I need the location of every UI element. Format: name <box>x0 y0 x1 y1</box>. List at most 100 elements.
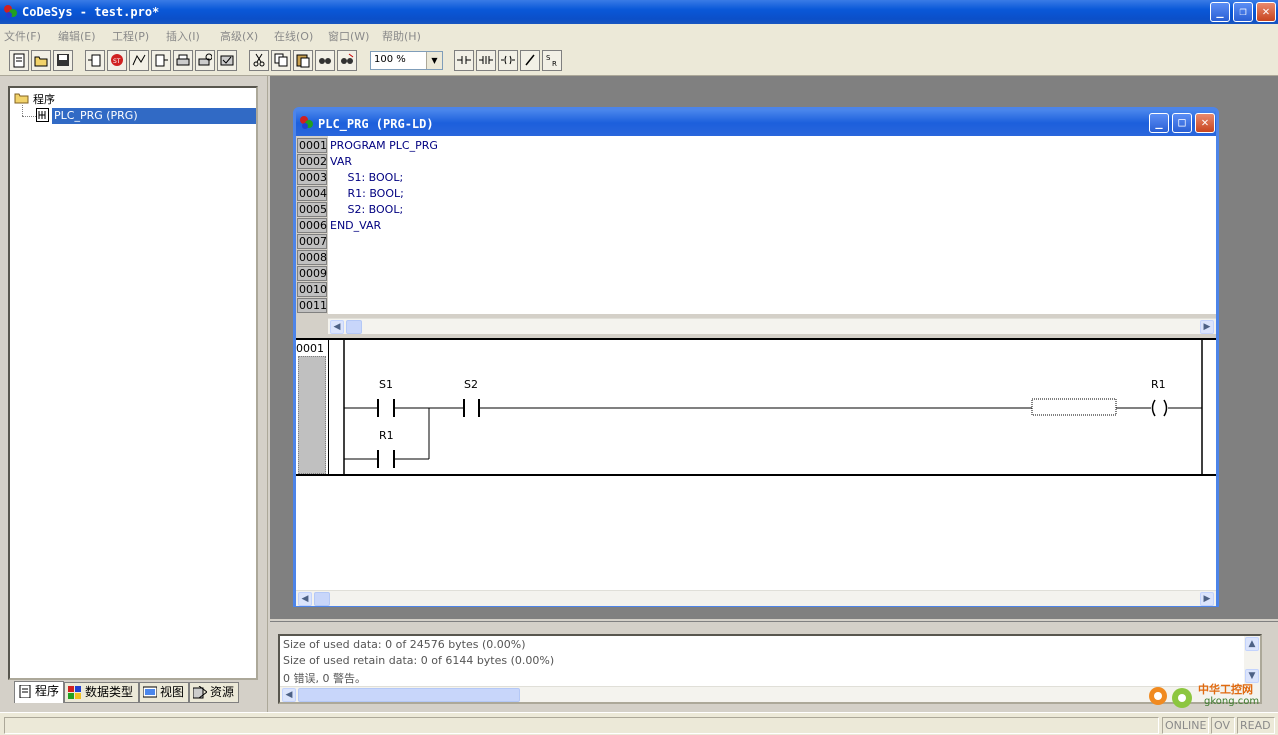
menu-window[interactable]: 窗口(W) <box>328 28 369 44</box>
menu-extras[interactable]: 高级(X) <box>220 28 258 44</box>
close-button[interactable]: ✕ <box>1256 2 1276 22</box>
scroll-left-icon[interactable]: ◀ <box>298 592 312 606</box>
ladder-diagram <box>343 340 1203 474</box>
open-icon <box>34 56 48 67</box>
folder-open-icon <box>14 93 29 104</box>
menu-insert[interactable]: 插入(I) <box>166 28 200 44</box>
scroll-thumb[interactable] <box>298 688 520 702</box>
paste-button[interactable] <box>293 50 313 71</box>
coil-button[interactable] <box>498 50 518 71</box>
menu-file[interactable]: 文件(F) <box>4 28 41 44</box>
parallel-contact-icon <box>479 56 493 64</box>
tab-pous[interactable]: 程序 <box>14 681 64 703</box>
parallel-contact-button[interactable] <box>476 50 496 71</box>
zoom-select[interactable]: 100 % ▼ <box>370 51 443 70</box>
editor-close-button[interactable]: ✕ <box>1195 113 1215 133</box>
code-line: R1: BOOL; <box>330 187 404 200</box>
message-list[interactable]: Size of used data: 0 of 24576 bytes (0.0… <box>278 634 1262 704</box>
editor-maximize-button[interactable]: □ <box>1172 113 1192 133</box>
scroll-left-icon[interactable]: ◀ <box>330 320 344 334</box>
tab-visualizations[interactable]: 视图 <box>139 682 189 703</box>
watermark-text: 中华工控网 <box>1198 683 1253 696</box>
scroll-thumb[interactable] <box>314 592 330 606</box>
message-line: 0 错误, 0 警告。 <box>283 672 366 685</box>
message-hscrollbar[interactable]: ◀ <box>280 686 1244 702</box>
ladder-network[interactable]: 0001 S1 S2 R1 R1 <box>296 338 1216 476</box>
visualization-icon <box>143 686 157 698</box>
save-button[interactable] <box>53 50 73 71</box>
run-button[interactable] <box>129 50 149 71</box>
tree-root-label: 程序 <box>33 93 55 106</box>
line-number: 0006 <box>297 218 327 233</box>
open-button[interactable] <box>31 50 51 71</box>
logout-icon <box>155 54 168 67</box>
copy-icon <box>274 53 288 67</box>
coil-r1-label[interactable]: R1 <box>1151 378 1166 391</box>
run-icon <box>132 54 146 66</box>
svg-text:R: R <box>552 60 557 68</box>
copy-button[interactable] <box>271 50 291 71</box>
menu-help[interactable]: 帮助(H) <box>382 28 421 44</box>
print-icon <box>176 54 190 66</box>
stop-button[interactable]: ST <box>107 50 127 71</box>
scroll-thumb[interactable] <box>346 320 362 334</box>
print-preview-button[interactable] <box>195 50 215 71</box>
print-preview-icon <box>198 53 212 66</box>
menu-online[interactable]: 在线(O) <box>274 28 313 44</box>
negate-button[interactable] <box>520 50 540 71</box>
tree-connector <box>22 116 36 117</box>
object-organizer: 程序 PLC_PRG (PRG) 程序 数据类型 视图 资源 <box>0 76 268 712</box>
contact-s2-label[interactable]: S2 <box>464 378 478 391</box>
svg-text:S: S <box>546 54 551 62</box>
login-button[interactable] <box>85 50 105 71</box>
menu-edit[interactable]: 编辑(E) <box>58 28 96 44</box>
contact-r1-label[interactable]: R1 <box>379 429 394 442</box>
contact-button[interactable] <box>454 50 474 71</box>
watermark-url: gkong.com <box>1204 696 1260 707</box>
scroll-left-icon[interactable]: ◀ <box>282 688 296 702</box>
editor-title-bar: PLC_PRG (PRG-LD) _ □ ✕ <box>296 110 1216 136</box>
ld-pou-icon <box>36 108 49 122</box>
title-bar: CoDeSys - test.pro* _ ❐ ✕ <box>0 0 1278 24</box>
status-read: READ <box>1237 717 1275 734</box>
negate-icon <box>525 54 535 66</box>
save-icon <box>57 54 69 66</box>
replace-button[interactable] <box>337 50 357 71</box>
paste-icon <box>296 54 310 68</box>
line-number: 0005 <box>297 202 327 217</box>
new-button[interactable] <box>9 50 29 71</box>
line-number: 0004 <box>297 186 327 201</box>
find-button[interactable] <box>315 50 335 71</box>
window-title: CoDeSys - test.pro* <box>22 5 160 19</box>
code-line: S2: BOOL; <box>330 203 404 216</box>
scroll-right-icon[interactable]: ▶ <box>1200 592 1214 606</box>
declaration-hscrollbar[interactable]: ◀ ▶ <box>328 318 1216 334</box>
set-reset-button[interactable]: SR <box>542 50 562 71</box>
compile-button[interactable] <box>217 50 237 71</box>
tab-resources[interactable]: 资源 <box>189 682 239 703</box>
menu-project[interactable]: 工程(P) <box>112 28 149 44</box>
tree-item-plc-prg[interactable]: PLC_PRG (PRG) <box>52 108 256 124</box>
scroll-right-icon[interactable]: ▶ <box>1200 320 1214 334</box>
cut-button[interactable] <box>249 50 269 71</box>
declaration-editor[interactable]: 0001 0002 0003 0004 0005 0006 0007 0008 … <box>296 136 1216 314</box>
contact-s1-label[interactable]: S1 <box>379 378 393 391</box>
ladder-empty-area[interactable] <box>296 476 1216 590</box>
ladder-hscrollbar[interactable]: ◀ ▶ <box>296 590 1216 606</box>
status-ov: OV <box>1211 717 1235 734</box>
logout-button[interactable] <box>151 50 171 71</box>
scroll-up-icon[interactable]: ▲ <box>1245 637 1259 651</box>
line-number-gutter: 0001 0002 0003 0004 0005 0006 0007 0008 … <box>296 136 328 314</box>
document-icon <box>19 685 31 698</box>
line-number: 0011 <box>297 298 327 313</box>
print-button[interactable] <box>173 50 193 71</box>
find-icon <box>319 58 331 64</box>
codesys-app-icon <box>4 5 17 18</box>
editor-minimize-button[interactable]: _ <box>1149 113 1169 133</box>
chevron-down-icon[interactable]: ▼ <box>426 52 442 69</box>
tab-data-types[interactable]: 数据类型 <box>64 682 139 703</box>
restore-button[interactable]: ❐ <box>1233 2 1253 22</box>
tab-label: 视图 <box>160 685 185 699</box>
minimize-button[interactable]: _ <box>1210 2 1230 22</box>
tab-label: 程序 <box>35 684 60 698</box>
